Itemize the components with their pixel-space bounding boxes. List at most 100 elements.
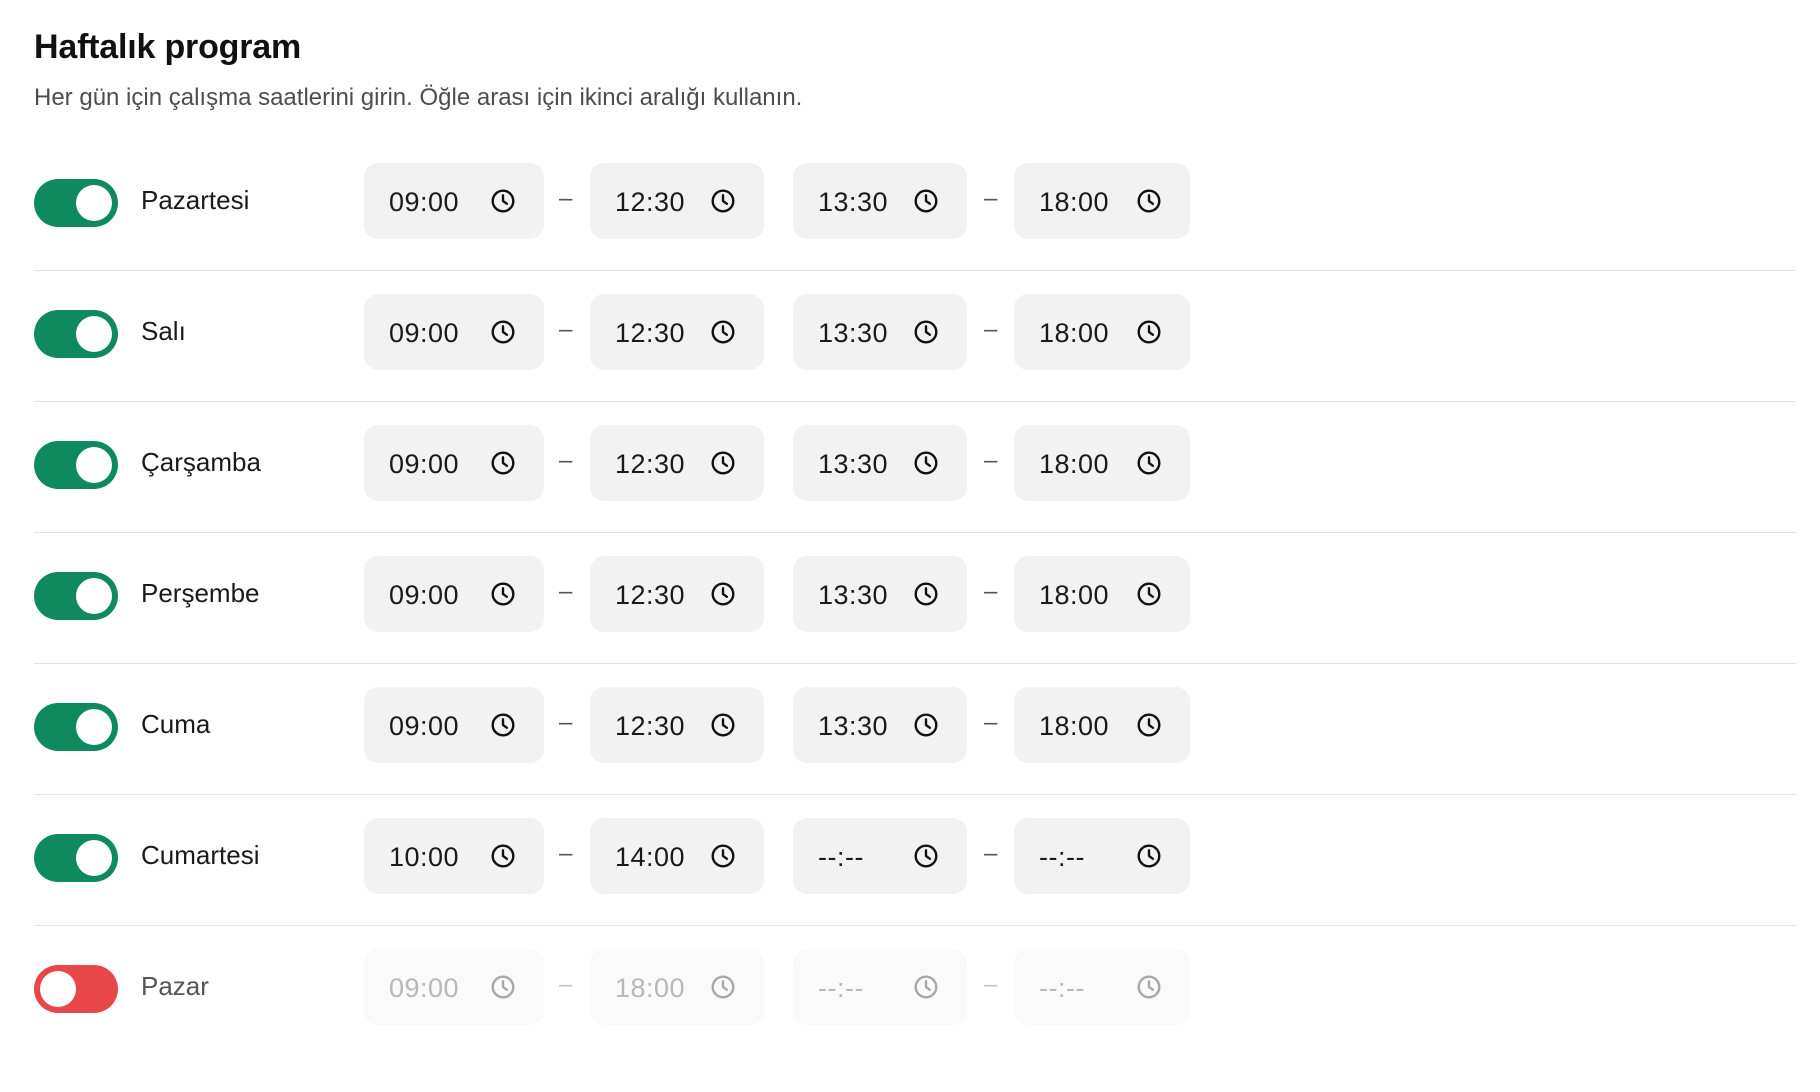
- day-row-sunday: Pazar 09:00 – 18:00 --:-- – --:--: [34, 926, 1796, 1057]
- end-time-2-field[interactable]: --:--: [1014, 818, 1190, 894]
- day-toggle[interactable]: [34, 703, 118, 751]
- clock-icon[interactable]: [490, 188, 516, 214]
- time-value: --:--: [818, 842, 864, 872]
- clock-icon[interactable]: [1136, 581, 1162, 607]
- end-time-2-field[interactable]: --:--: [1014, 949, 1190, 1025]
- clock-icon[interactable]: [490, 974, 516, 1000]
- time-value: 09:00: [389, 318, 460, 348]
- range-separator: –: [559, 709, 573, 736]
- day-toggle[interactable]: [34, 965, 118, 1013]
- clock-icon[interactable]: [913, 712, 939, 738]
- time-value: 18:00: [1039, 187, 1110, 217]
- clock-icon[interactable]: [1136, 188, 1162, 214]
- end-time-1-field[interactable]: 12:30: [590, 556, 764, 632]
- start-time-1-field[interactable]: 09:00: [364, 687, 544, 763]
- end-time-1-field[interactable]: 12:30: [590, 687, 764, 763]
- start-time-2-field[interactable]: --:--: [793, 818, 967, 894]
- clock-icon[interactable]: [1136, 974, 1162, 1000]
- time-value: 13:30: [818, 187, 889, 217]
- end-time-2-field[interactable]: 18:00: [1014, 425, 1190, 501]
- day-row-wednesday: Çarşamba 09:00 – 12:30 13:30 – 18:00: [34, 402, 1796, 533]
- range-separator: –: [984, 840, 998, 867]
- day-toggle[interactable]: [34, 310, 118, 358]
- end-time-2-field[interactable]: 18:00: [1014, 687, 1190, 763]
- time-value: --:--: [1039, 842, 1085, 872]
- clock-icon[interactable]: [710, 188, 736, 214]
- day-toggle[interactable]: [34, 179, 118, 227]
- start-time-1-field[interactable]: 09:00: [364, 949, 544, 1025]
- day-toggle[interactable]: [34, 834, 118, 882]
- clock-icon[interactable]: [710, 450, 736, 476]
- clock-icon[interactable]: [1136, 450, 1162, 476]
- range-separator: –: [559, 840, 573, 867]
- range-separator: –: [559, 971, 573, 998]
- clock-icon[interactable]: [710, 843, 736, 869]
- start-time-2-field[interactable]: 13:30: [793, 294, 967, 370]
- time-value: 18:00: [615, 973, 686, 1003]
- time-value: 13:30: [818, 711, 889, 741]
- day-toggle[interactable]: [34, 572, 118, 620]
- day-row-saturday: Cumartesi 10:00 – 14:00 --:-- – --:--: [34, 795, 1796, 926]
- clock-icon[interactable]: [1136, 712, 1162, 738]
- time-value: 18:00: [1039, 318, 1110, 348]
- range-separator: –: [559, 578, 573, 605]
- time-value: 09:00: [389, 711, 460, 741]
- end-time-1-field[interactable]: 14:00: [590, 818, 764, 894]
- end-time-1-field[interactable]: 12:30: [590, 294, 764, 370]
- start-time-2-field[interactable]: 13:30: [793, 687, 967, 763]
- start-time-1-field[interactable]: 09:00: [364, 556, 544, 632]
- range-separator: –: [559, 316, 573, 343]
- end-time-1-field[interactable]: 12:30: [590, 425, 764, 501]
- clock-icon[interactable]: [490, 712, 516, 738]
- clock-icon[interactable]: [710, 712, 736, 738]
- start-time-2-field[interactable]: 13:30: [793, 425, 967, 501]
- end-time-2-field[interactable]: 18:00: [1014, 163, 1190, 239]
- clock-icon[interactable]: [710, 581, 736, 607]
- toggle-knob: [76, 578, 112, 614]
- day-label: Cuma: [141, 709, 211, 739]
- toggle-knob: [40, 971, 76, 1007]
- clock-icon[interactable]: [913, 974, 939, 1000]
- time-value: 13:30: [818, 449, 889, 479]
- start-time-2-field[interactable]: 13:30: [793, 556, 967, 632]
- time-value: 12:30: [615, 711, 686, 741]
- start-time-1-field[interactable]: 09:00: [364, 163, 544, 239]
- page-subtitle: Her gün için çalışma saatlerini girin. Ö…: [34, 84, 803, 111]
- end-time-1-field[interactable]: 12:30: [590, 163, 764, 239]
- start-time-1-field[interactable]: 09:00: [364, 294, 544, 370]
- range-separator: –: [984, 447, 998, 474]
- end-time-2-field[interactable]: 18:00: [1014, 556, 1190, 632]
- toggle-knob: [76, 185, 112, 221]
- start-time-1-field[interactable]: 10:00: [364, 818, 544, 894]
- clock-icon[interactable]: [710, 319, 736, 345]
- range-separator: –: [984, 578, 998, 605]
- clock-icon[interactable]: [913, 450, 939, 476]
- day-label: Pazar: [141, 971, 209, 1001]
- clock-icon[interactable]: [1136, 843, 1162, 869]
- clock-icon[interactable]: [1136, 319, 1162, 345]
- page-title: Haftalık program: [34, 28, 301, 66]
- start-time-2-field[interactable]: 13:30: [793, 163, 967, 239]
- start-time-2-field[interactable]: --:--: [793, 949, 967, 1025]
- day-row-tuesday: Salı 09:00 – 12:30 13:30 – 18:00: [34, 271, 1796, 402]
- clock-icon[interactable]: [490, 450, 516, 476]
- clock-icon[interactable]: [490, 319, 516, 345]
- range-separator: –: [559, 447, 573, 474]
- toggle-knob: [76, 447, 112, 483]
- day-toggle[interactable]: [34, 441, 118, 489]
- range-separator: –: [559, 185, 573, 212]
- clock-icon[interactable]: [490, 843, 516, 869]
- clock-icon[interactable]: [913, 843, 939, 869]
- start-time-1-field[interactable]: 09:00: [364, 425, 544, 501]
- clock-icon[interactable]: [913, 581, 939, 607]
- end-time-1-field[interactable]: 18:00: [590, 949, 764, 1025]
- clock-icon[interactable]: [710, 974, 736, 1000]
- clock-icon[interactable]: [490, 581, 516, 607]
- time-value: 18:00: [1039, 711, 1110, 741]
- clock-icon[interactable]: [913, 319, 939, 345]
- time-value: 13:30: [818, 318, 889, 348]
- end-time-2-field[interactable]: 18:00: [1014, 294, 1190, 370]
- range-separator: –: [984, 185, 998, 212]
- clock-icon[interactable]: [913, 188, 939, 214]
- day-row-friday: Cuma 09:00 – 12:30 13:30 – 18:00: [34, 664, 1796, 795]
